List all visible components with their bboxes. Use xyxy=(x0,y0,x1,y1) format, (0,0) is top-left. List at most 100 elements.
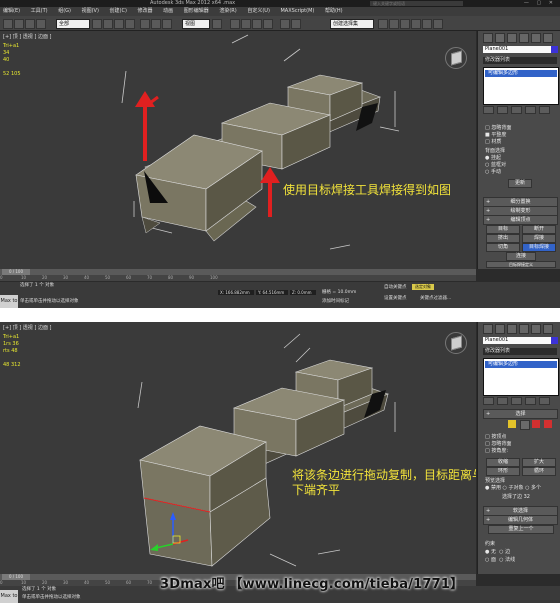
repeat-last-button[interactable]: 重复上一个 xyxy=(488,525,554,534)
window-crossing-icon[interactable] xyxy=(125,19,135,29)
menu-tools[interactable]: 工具(T) xyxy=(31,8,48,14)
constraint-options[interactable]: ○ 面 ○ 法线 xyxy=(485,557,515,564)
pivot-icon[interactable] xyxy=(212,19,222,29)
render-setup-icon[interactable] xyxy=(411,19,421,29)
remove-modifier-icon[interactable] xyxy=(525,397,536,405)
hierarchy-tab-icon[interactable] xyxy=(507,324,517,334)
z-coordinate-field[interactable]: Z: 0.0mm xyxy=(290,290,316,295)
stack-item[interactable]: 可编辑多边形 xyxy=(485,361,557,368)
pin-stack-icon[interactable] xyxy=(483,397,494,405)
stack-item[interactable]: 可编辑多边形 xyxy=(485,70,557,77)
param-line[interactable]: □ 忽略背面 xyxy=(485,125,511,132)
key-filters-button[interactable]: 关键点过滤器... xyxy=(420,296,451,302)
display-tab-icon[interactable] xyxy=(531,324,541,334)
modify-tab-icon[interactable] xyxy=(495,33,505,43)
utilities-tab-icon[interactable] xyxy=(543,324,553,334)
align-icon[interactable] xyxy=(291,19,301,29)
spinner-snap-icon[interactable] xyxy=(263,19,273,29)
link-icon[interactable] xyxy=(25,19,35,29)
scale-icon[interactable] xyxy=(162,19,172,29)
loop-button[interactable]: 循环 xyxy=(522,467,556,476)
weld-button[interactable]: 焊接 xyxy=(522,234,556,243)
configure-sets-icon[interactable] xyxy=(539,106,550,114)
perspective-viewport[interactable]: [+] 顶 ] 透视 ] 边面 ] Tri+a1 1rs 36 rts 48 4… xyxy=(0,322,476,574)
select-by-name-icon[interactable] xyxy=(103,19,113,29)
update-button[interactable]: 更新 xyxy=(508,179,532,188)
window-controls[interactable]: — ▢ ✕ xyxy=(524,0,556,7)
reference-coord-dropdown[interactable]: 视图 xyxy=(182,19,210,29)
configure-sets-icon[interactable] xyxy=(539,397,550,405)
grow-button[interactable]: 扩大 xyxy=(522,458,556,467)
utilities-tab-icon[interactable] xyxy=(543,33,553,43)
redo-icon[interactable] xyxy=(14,19,24,29)
x-coordinate-field[interactable]: X: 166.882mm xyxy=(218,290,254,295)
object-name-field[interactable]: Plane001 xyxy=(483,337,551,344)
pin-stack-icon[interactable] xyxy=(483,106,494,114)
make-unique-icon[interactable] xyxy=(511,397,522,405)
max-to-physc-button[interactable]: Max to Physc xyxy=(0,590,18,603)
schematic-view-icon[interactable] xyxy=(389,19,399,29)
unlink-icon[interactable] xyxy=(36,19,46,29)
y-coordinate-field[interactable]: Y: 64.516mm xyxy=(256,290,288,295)
selected-dropdown[interactable]: 选定对象 xyxy=(412,284,434,290)
rollout-edit-geometry[interactable]: 编辑几何体 xyxy=(483,515,558,525)
create-tab-icon[interactable] xyxy=(483,324,493,334)
search-input[interactable]: 键入关键字或短语 xyxy=(370,1,463,6)
target-weld-button[interactable]: 目标焊接 xyxy=(522,243,556,252)
rect-select-icon[interactable] xyxy=(114,19,124,29)
param-line[interactable]: ○ 手动 xyxy=(485,169,501,176)
param-line[interactable]: ○ 蓝框对 xyxy=(485,162,506,169)
modify-tab-icon[interactable] xyxy=(495,324,505,334)
percent-snap-icon[interactable] xyxy=(252,19,262,29)
add-time-tag[interactable]: 添加时间标记 xyxy=(322,299,349,305)
constraint-options[interactable]: ● 无 ○ 边 xyxy=(485,549,510,556)
rollout-selection[interactable]: 选择 xyxy=(483,409,558,419)
param-line[interactable]: ● 禁用 ○ 子对象 ○ 多个 xyxy=(485,485,541,492)
undo-icon[interactable] xyxy=(3,19,13,29)
menu-maxscript[interactable]: MAXScript(M) xyxy=(280,8,314,14)
modifier-list-dropdown[interactable]: 修改器列表 xyxy=(483,57,557,64)
param-line[interactable]: □ 材质 xyxy=(485,139,501,146)
menu-help[interactable]: 帮助(H) xyxy=(325,8,343,14)
chamfer-button[interactable]: 切角 xyxy=(486,243,520,252)
remove-button[interactable]: 目标 xyxy=(486,225,520,234)
object-color-swatch[interactable] xyxy=(551,337,558,344)
param-line[interactable]: □ 按顶点 xyxy=(485,434,506,441)
object-name-field[interactable]: Plane001 xyxy=(483,46,551,53)
move-icon[interactable] xyxy=(140,19,150,29)
named-selection-dropdown[interactable]: 创建选择集 xyxy=(330,19,374,29)
max-to-physc-button[interactable]: Max to Physc xyxy=(0,295,18,308)
mirror-icon[interactable] xyxy=(280,19,290,29)
hierarchy-tab-icon[interactable] xyxy=(507,33,517,43)
menu-graph-editors[interactable]: 图形编辑器 xyxy=(184,8,209,14)
remove-modifier-icon[interactable] xyxy=(525,106,536,114)
curve-editor-icon[interactable] xyxy=(378,19,388,29)
ring-button[interactable]: 环形 xyxy=(486,467,520,476)
select-object-icon[interactable] xyxy=(92,19,102,29)
snap-icon[interactable] xyxy=(230,19,240,29)
track-bar[interactable]: 0 10 20 30 40 50 60 70 80 90 100 xyxy=(0,275,476,281)
edge-mode-icon[interactable] xyxy=(520,420,530,430)
selection-filter-dropdown[interactable]: 全部 xyxy=(56,19,90,29)
material-editor-icon[interactable] xyxy=(400,19,410,29)
display-tab-icon[interactable] xyxy=(531,33,541,43)
connect-button[interactable]: 连接 xyxy=(506,252,536,261)
rotate-icon[interactable] xyxy=(151,19,161,29)
angle-snap-icon[interactable] xyxy=(241,19,251,29)
create-tab-icon[interactable] xyxy=(483,33,493,43)
motion-tab-icon[interactable] xyxy=(519,324,529,334)
menu-views[interactable]: 视图(V) xyxy=(82,8,99,14)
border-mode-icon[interactable] xyxy=(532,420,540,428)
object-color-swatch[interactable] xyxy=(551,46,558,53)
perspective-viewport[interactable]: [+] 顶 ] 透视 ] 边面 ] Tri+a1 34 40 52 105 使用… xyxy=(0,31,476,269)
menu-edit[interactable]: 编辑(E) xyxy=(3,8,20,14)
menu-animation[interactable]: 动画 xyxy=(163,8,173,14)
rollout-edit-vertices[interactable]: 编辑顶点 xyxy=(483,215,558,225)
modifier-list-dropdown[interactable]: 修改器列表 xyxy=(483,348,557,355)
vertex-mode-icon[interactable] xyxy=(508,420,516,428)
param-line[interactable]: ■ 平整度 xyxy=(485,132,506,139)
menu-create[interactable]: 创建(C) xyxy=(110,8,127,14)
show-end-result-icon[interactable] xyxy=(497,397,508,405)
break-button[interactable]: 断开 xyxy=(522,225,556,234)
menu-customize[interactable]: 自定义(U) xyxy=(247,8,270,14)
